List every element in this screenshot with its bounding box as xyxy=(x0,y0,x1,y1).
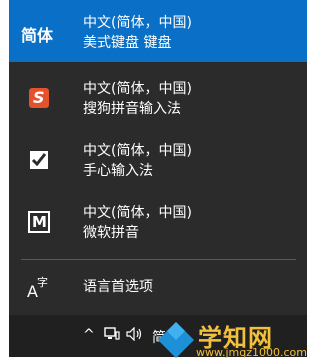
ime-language-label: 中文(简体，中国) xyxy=(83,205,192,221)
input-method-flyout: 简体 中文(简体，中国) 美式键盘 键盘 S 中文(简体，中国) 搜狗拼音输入法 xyxy=(9,0,307,315)
ime-name-label: 搜狗拼音输入法 xyxy=(83,101,181,117)
microsoft-pinyin-icon: M xyxy=(21,204,55,238)
ime-language-label: 中文(简体，中国) xyxy=(83,143,192,159)
ime-name-label: 微软拼音 xyxy=(83,225,139,241)
screenshot-frame: 简体 中文(简体，中国) 美式键盘 键盘 S 中文(简体，中国) 搜狗拼音输入法 xyxy=(0,0,318,363)
watermark-url: www.jmqz1000.com xyxy=(196,346,307,359)
sogou-icon-letter: S xyxy=(33,88,45,107)
ime-language-label: 中文(简体，中国) xyxy=(83,15,192,31)
volume-icon[interactable] xyxy=(126,326,144,345)
windows-logo-icon xyxy=(158,322,194,358)
language-preferences-link[interactable]: A 字 语言首选项 xyxy=(9,262,307,310)
sogou-icon: S xyxy=(21,80,55,114)
jianti-text-icon: 简体 xyxy=(21,14,55,48)
chevron-up-icon[interactable]: ^ xyxy=(83,327,95,343)
jianti-icon-label: 简体 xyxy=(21,26,54,45)
ime-item-us-keyboard[interactable]: 简体 中文(简体，中国) 美式键盘 键盘 xyxy=(9,0,307,62)
ime-item-shouxin[interactable]: 中文(简体，中国) 手心输入法 xyxy=(9,128,307,190)
watermark-logo: 学知网 www.jmqz1000.com xyxy=(156,318,307,362)
ime-item-microsoft-pinyin[interactable]: M 中文(简体，中国) 微软拼音 xyxy=(9,190,307,252)
language-preferences-label: 语言首选项 xyxy=(83,279,153,295)
ime-language-label: 中文(简体，中国) xyxy=(83,81,192,97)
microsoft-pinyin-letter: M xyxy=(32,213,47,231)
language-icon: A 字 xyxy=(27,274,55,301)
language-icon-zi: 字 xyxy=(37,276,48,289)
ime-name-label: 手心输入法 xyxy=(83,163,153,179)
ime-item-sogou[interactable]: S 中文(简体，中国) 搜狗拼音输入法 xyxy=(9,66,307,128)
ime-name-label: 美式键盘 键盘 xyxy=(83,35,172,51)
divider xyxy=(21,259,296,260)
network-icon[interactable] xyxy=(104,327,120,345)
shouxin-icon xyxy=(21,142,55,176)
